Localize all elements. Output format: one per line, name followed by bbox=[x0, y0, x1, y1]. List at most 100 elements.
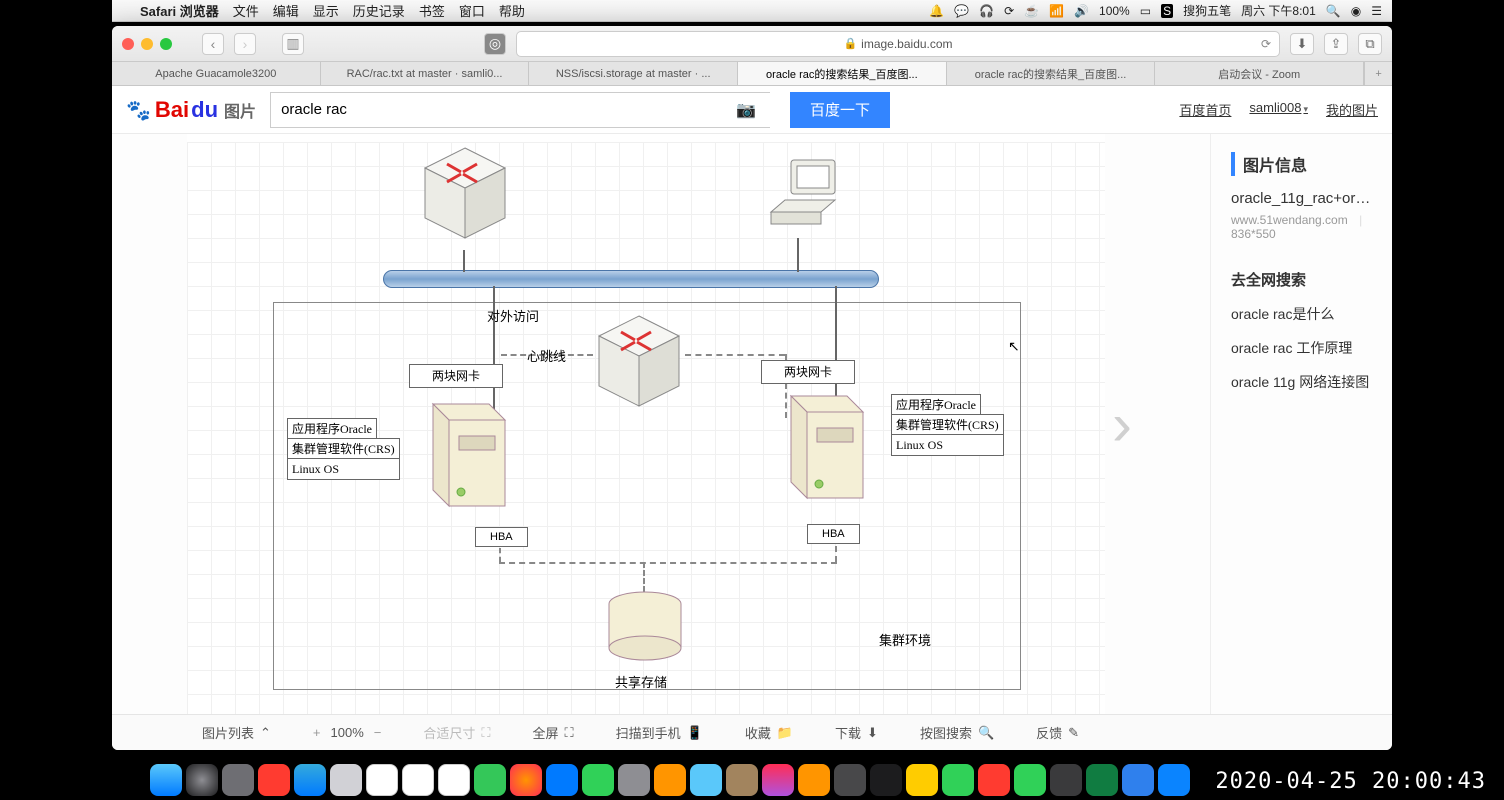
dock-terminal-icon[interactable] bbox=[870, 764, 902, 796]
dock-maps-icon[interactable] bbox=[474, 764, 506, 796]
menu-bookmarks[interactable]: 书签 bbox=[419, 1, 445, 20]
link-baidu-home[interactable]: 百度首页 bbox=[1179, 100, 1231, 119]
dock-numbers-icon[interactable] bbox=[618, 764, 650, 796]
ime-label[interactable]: 搜狗五笔 bbox=[1183, 2, 1231, 19]
coffee-icon[interactable]: ☕ bbox=[1024, 4, 1039, 18]
btn-scan[interactable]: 扫描到手机 📱 bbox=[616, 723, 703, 742]
menu-file[interactable]: 文件 bbox=[233, 1, 259, 20]
btn-fit[interactable]: 合适尺寸 ⛶ bbox=[423, 723, 490, 742]
link-my-images[interactable]: 我的图片 bbox=[1326, 100, 1378, 119]
dock-opera-icon[interactable] bbox=[258, 764, 290, 796]
wifi-icon[interactable]: 📶 bbox=[1049, 4, 1064, 18]
btn-image-list[interactable]: 图片列表 ⌃ bbox=[202, 723, 271, 742]
app-name[interactable]: Safari 浏览器 bbox=[140, 1, 219, 20]
window-controls[interactable] bbox=[122, 38, 172, 50]
siri-icon[interactable]: ◉ bbox=[1351, 4, 1361, 18]
dock-mail-icon[interactable] bbox=[546, 764, 578, 796]
wechat-icon[interactable]: 💬 bbox=[954, 4, 969, 18]
dock-pages-icon[interactable] bbox=[690, 764, 722, 796]
dock-excel-icon[interactable] bbox=[1086, 764, 1118, 796]
volume-icon[interactable]: 🔊 bbox=[1074, 4, 1089, 18]
related-link-2[interactable]: oracle 11g 网络连接图 bbox=[1231, 372, 1372, 392]
btn-search-by-image[interactable]: 按图搜索 🔍 bbox=[920, 723, 994, 742]
tab-1[interactable]: RAC/rac.txt at master · samli0... bbox=[321, 62, 530, 85]
dock-music-icon[interactable] bbox=[762, 764, 794, 796]
camera-icon[interactable]: 📷 bbox=[736, 100, 756, 120]
zoom-out-button[interactable]: − bbox=[374, 725, 382, 740]
dock-reminders-icon[interactable] bbox=[402, 764, 434, 796]
baidu-logo[interactable]: 🐾 Bai du 图片 bbox=[126, 97, 256, 123]
downloads-button[interactable]: ⬇ bbox=[1290, 33, 1314, 55]
macos-dock[interactable] bbox=[150, 764, 1190, 796]
btn-favorite[interactable]: 收藏 📁 bbox=[745, 723, 793, 742]
dock-safari-icon[interactable] bbox=[294, 764, 326, 796]
dock-wechat-icon[interactable] bbox=[942, 764, 974, 796]
privacy-button[interactable]: ◎ bbox=[484, 33, 506, 55]
dock-facetime-icon[interactable] bbox=[582, 764, 614, 796]
dock-contacts-icon[interactable] bbox=[726, 764, 758, 796]
back-button[interactable]: ‹ bbox=[202, 33, 224, 55]
reload-icon[interactable]: ⟳ bbox=[1261, 37, 1271, 51]
zoom-control[interactable]: + 100% − bbox=[313, 725, 381, 740]
bell-icon[interactable]: 🔔 bbox=[929, 4, 944, 18]
shared-storage-icon bbox=[605, 590, 685, 670]
link-user[interactable]: samli008 bbox=[1249, 100, 1308, 119]
clock[interactable]: 周六 下午8:01 bbox=[1241, 2, 1316, 19]
dock-folder-icon[interactable] bbox=[1158, 764, 1190, 796]
dock-calendar-icon[interactable] bbox=[366, 764, 398, 796]
dock-sublime-icon[interactable] bbox=[1050, 764, 1082, 796]
label-shared-storage: 共享存储 bbox=[615, 672, 667, 691]
dock-youdao-icon[interactable] bbox=[978, 764, 1010, 796]
dock-siri-icon[interactable] bbox=[186, 764, 218, 796]
related-link-1[interactable]: oracle rac 工作原理 bbox=[1231, 338, 1372, 358]
forward-button[interactable]: › bbox=[234, 33, 256, 55]
dock-finder-icon[interactable] bbox=[150, 764, 182, 796]
headphones-icon[interactable]: 🎧 bbox=[979, 4, 994, 18]
close-icon[interactable] bbox=[122, 38, 134, 50]
next-image-button[interactable]: › bbox=[1112, 390, 1132, 459]
dock-qq-icon[interactable] bbox=[906, 764, 938, 796]
dock-zoom-icon[interactable] bbox=[1122, 764, 1154, 796]
spotlight-icon[interactable]: 🔍 bbox=[1326, 4, 1341, 18]
macos-menubar: Safari 浏览器 文件 编辑 显示 历史记录 书签 窗口 帮助 🔔 💬 🎧 … bbox=[112, 0, 1392, 22]
sync-icon[interactable]: ⟳ bbox=[1004, 4, 1014, 18]
share-button[interactable]: ⇪ bbox=[1324, 33, 1348, 55]
dock-notes-icon[interactable] bbox=[438, 764, 470, 796]
tab-0[interactable]: Apache Guacamole3200 bbox=[112, 62, 321, 85]
btn-download[interactable]: 下载 ⬇ bbox=[835, 723, 878, 742]
menu-icon[interactable]: ☰ bbox=[1371, 4, 1382, 18]
zoom-in-button[interactable]: + bbox=[313, 725, 321, 740]
maximize-icon[interactable] bbox=[160, 38, 172, 50]
sidebar-source[interactable]: www.51wendang.com bbox=[1231, 213, 1348, 227]
dock-settings-icon[interactable] bbox=[834, 764, 866, 796]
dock-photos-icon[interactable] bbox=[510, 764, 542, 796]
tabs-button[interactable]: ⧉ bbox=[1358, 33, 1382, 55]
menu-view[interactable]: 显示 bbox=[313, 1, 339, 20]
sidebar-image-title[interactable]: oracle_11g_rac+oraclelinux6.... bbox=[1231, 190, 1372, 207]
tab-2[interactable]: NSS/iscsi.storage at master · ... bbox=[529, 62, 738, 85]
sidebar-button[interactable]: ▥ bbox=[282, 33, 304, 55]
menu-edit[interactable]: 编辑 bbox=[273, 1, 299, 20]
dock-keynote-icon[interactable] bbox=[654, 764, 686, 796]
btn-fullscreen[interactable]: 全屏 ⛶ bbox=[532, 723, 573, 742]
ime-badge[interactable]: S bbox=[1161, 4, 1173, 18]
menu-window[interactable]: 窗口 bbox=[459, 1, 485, 20]
tab-5[interactable]: 启动会议 - Zoom bbox=[1155, 62, 1364, 85]
btn-feedback[interactable]: 反馈 ✎ bbox=[1036, 723, 1079, 742]
new-tab-button[interactable]: + bbox=[1364, 62, 1392, 85]
menu-history[interactable]: 历史记录 bbox=[353, 1, 405, 20]
dock-green-icon[interactable] bbox=[1014, 764, 1046, 796]
image-viewer[interactable]: 对外访问 心跳线 两块网卡 两块网卡 bbox=[187, 134, 1105, 714]
dock-preview-icon[interactable] bbox=[330, 764, 362, 796]
search-input[interactable] bbox=[270, 92, 770, 128]
minimize-icon[interactable] bbox=[141, 38, 153, 50]
dock-launchpad-icon[interactable] bbox=[222, 764, 254, 796]
search-button[interactable]: 百度一下 bbox=[790, 92, 890, 128]
url-text: image.baidu.com bbox=[861, 37, 952, 51]
tab-4[interactable]: oracle rac的搜索结果_百度图... bbox=[947, 62, 1156, 85]
tab-3[interactable]: oracle rac的搜索结果_百度图... bbox=[738, 62, 947, 85]
menu-help[interactable]: 帮助 bbox=[499, 1, 525, 20]
related-link-0[interactable]: oracle rac是什么 bbox=[1231, 304, 1372, 324]
address-bar[interactable]: 🔒 image.baidu.com ⟳ bbox=[516, 31, 1280, 57]
dock-books-icon[interactable] bbox=[798, 764, 830, 796]
